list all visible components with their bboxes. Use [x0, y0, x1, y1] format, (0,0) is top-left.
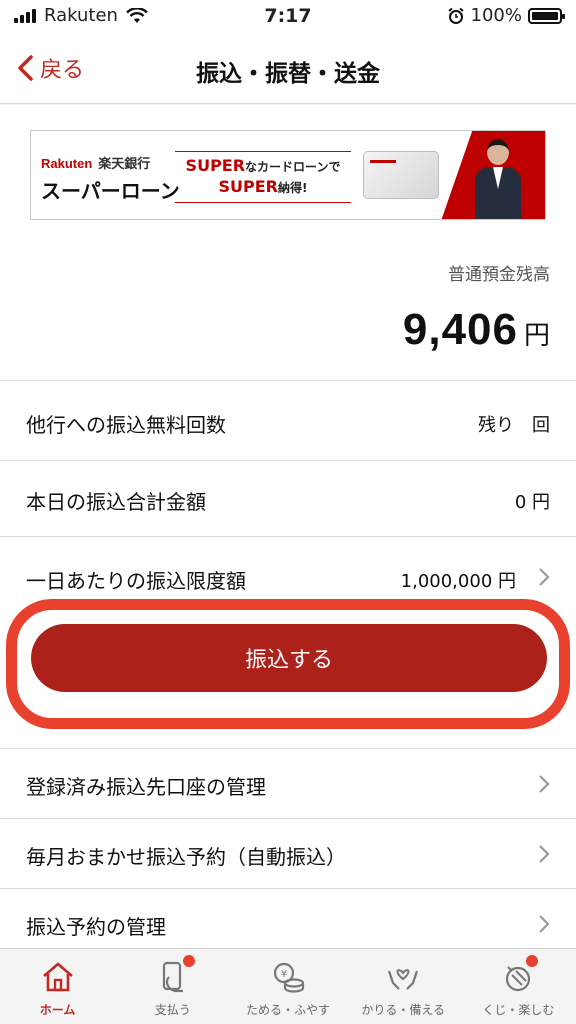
row-label: 他行への振込無料回数: [26, 413, 226, 437]
tab-pay[interactable]: 支払う: [115, 949, 230, 1024]
tab-label: ホーム: [39, 1003, 76, 1017]
transfer-button-label: 振込する: [244, 648, 333, 673]
chevron-right-icon: [539, 775, 550, 793]
banner-brand-sub: 楽天銀行: [98, 156, 151, 171]
banner-product: スーパーローン: [41, 179, 180, 203]
status-right: 100%: [447, 5, 565, 26]
free-transfer-count-row: 他行への振込無料回数 残り 回: [0, 380, 576, 460]
registered-accounts-row[interactable]: 登録済み振込先口座の管理: [0, 748, 576, 818]
notification-badge: [182, 955, 195, 967]
banner-brand: Rakuten 楽天銀行: [41, 153, 150, 172]
battery-percent: 100%: [470, 5, 522, 26]
banner-copy-line1: なカードローンで: [245, 160, 341, 174]
card-image: [363, 151, 439, 199]
balance-unit: 円: [523, 321, 550, 351]
status-bar: Rakuten 7:17 100%: [0, 0, 576, 32]
tab-label: ためる・ふやす: [246, 1003, 331, 1017]
chevron-right-icon: [539, 568, 550, 586]
row-value: 0 円: [514, 492, 550, 513]
main-content: Rakuten 楽天銀行 スーパーローン SUPERなカードローンで SUPER納…: [0, 105, 576, 948]
hands-icon: [388, 969, 419, 990]
chevron-right-icon: [539, 845, 550, 863]
daily-limit-row[interactable]: 一日あたりの振込限度額 1,000,000 円: [0, 536, 576, 606]
promo-banner[interactable]: Rakuten 楽天銀行 スーパーローン SUPERなカードローンで SUPER納…: [30, 130, 546, 220]
row-value: 1,000,000 円: [400, 571, 516, 592]
nav-bar: 戻る 振込・振替・送金: [0, 32, 576, 104]
alarm-icon: [447, 7, 464, 24]
tab-label: くじ・楽しむ: [482, 1003, 555, 1017]
banner-copy: SUPERなカードローンで SUPER納得!: [175, 151, 351, 203]
banner-super-1: SUPER: [185, 156, 246, 175]
balance-label: 普通預金残高: [448, 265, 550, 285]
home-icon: [42, 962, 73, 992]
notification-badge: [526, 955, 539, 967]
coins-icon: ¥: [273, 962, 305, 993]
row-label: 本日の振込合計金額: [26, 490, 206, 514]
cta-highlight: 振込する: [6, 599, 570, 729]
row-label: 振込予約の管理: [26, 915, 166, 939]
tab-label: 支払う: [154, 1003, 191, 1017]
svg-text:¥: ¥: [281, 969, 287, 980]
today-total-row: 本日の振込合計金額 0 円: [0, 460, 576, 536]
tab-home[interactable]: ホーム: [0, 949, 115, 1024]
row-label: 毎月おまかせ振込予約（自動振込）: [26, 845, 346, 869]
transfer-button[interactable]: 振込する: [31, 624, 547, 692]
tab-label: かりる・備える: [361, 1003, 446, 1017]
battery-icon: [528, 7, 565, 24]
banner-copy-line2: 納得!: [278, 181, 308, 195]
row-value: 残り 回: [478, 415, 550, 436]
scheduled-transfers-row[interactable]: 振込予約の管理: [0, 888, 576, 948]
tab-lottery-fun[interactable]: くじ・楽しむ: [461, 949, 576, 1024]
banner-brand-name: Rakuten: [41, 156, 93, 171]
monthly-auto-transfer-row[interactable]: 毎月おまかせ振込予約（自動振込）: [0, 818, 576, 888]
balance: 9,406 円: [403, 305, 550, 355]
spokesperson-image: [475, 139, 521, 219]
tab-bar: ホーム 支払う ¥ ためる・ふやす かりる・備える くじ・楽しむ: [0, 948, 576, 1024]
row-label: 一日あたりの振込限度額: [26, 569, 246, 593]
page-title: 振込・振替・送金: [196, 61, 380, 87]
balance-amount: 9,406: [402, 305, 518, 354]
tab-save-invest[interactable]: ¥ ためる・ふやす: [230, 949, 345, 1024]
tab-borrow-insure[interactable]: かりる・備える: [346, 949, 461, 1024]
row-label: 登録済み振込先口座の管理: [26, 775, 266, 799]
chevron-right-icon: [539, 915, 550, 933]
banner-super-2: SUPER: [218, 177, 279, 196]
